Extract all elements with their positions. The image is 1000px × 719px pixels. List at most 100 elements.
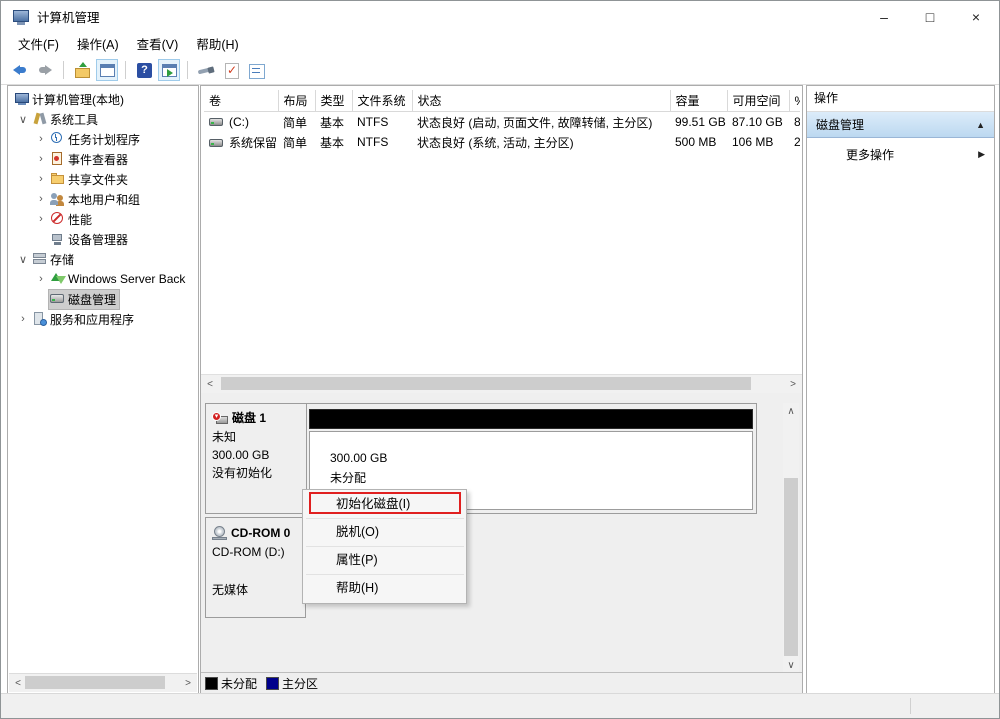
scrollbar-thumb[interactable]: [221, 377, 751, 390]
scrollbar-thumb[interactable]: [784, 478, 798, 656]
close-button[interactable]: ×: [953, 1, 999, 32]
chevron-right-icon[interactable]: ›: [33, 153, 49, 165]
volume-capacity: 99.51 GB: [670, 112, 727, 133]
tree-item-label: 计算机管理(本地): [30, 91, 124, 108]
tree-item-label: Windows Server Back: [66, 272, 185, 286]
column-capacity[interactable]: 容量: [670, 90, 727, 112]
tree-item-windows-server-backup[interactable]: › Windows Server Back: [9, 269, 197, 289]
maximize-button[interactable]: □: [907, 1, 953, 32]
column-volume[interactable]: 卷: [204, 90, 278, 112]
disk-graphical-view: 磁盘 1 未知 300.00 GB 没有初始化 300.00 GB 未分配 CD…: [201, 393, 802, 672]
check-document-icon[interactable]: [220, 59, 242, 81]
collapse-icon[interactable]: ▲: [976, 120, 985, 130]
expand-right-icon[interactable]: ▶: [978, 149, 985, 160]
toolbar-separator: [125, 61, 126, 79]
actions-panel-title: 操作: [807, 86, 994, 112]
menu-item-offline[interactable]: 脱机(O): [303, 519, 466, 546]
disk1-header-cell[interactable]: 磁盘 1 未知 300.00 GB 没有初始化: [206, 404, 307, 513]
cdrom-header-cell[interactable]: CD-ROM 0 CD-ROM (D:) 无媒体: [205, 517, 306, 618]
volume-name: (C:): [229, 115, 249, 129]
middle-horizontal-scrollbar[interactable]: < >: [201, 374, 802, 394]
computer-management-window: 计算机管理 – □ × 文件(F) 操作(A) 查看(V) 帮助(H) 计算机管…: [0, 0, 1000, 719]
storage-icon: [32, 252, 48, 266]
scroll-down-icon[interactable]: ∨: [783, 657, 799, 673]
windows-server-backup-icon: [50, 272, 66, 286]
chevron-down-icon[interactable]: ∨: [15, 113, 31, 126]
disk1-type: 未知: [212, 428, 300, 446]
volume-percent: 8: [789, 112, 800, 133]
status-bar: [1, 693, 999, 718]
tree-item-disk-management[interactable]: 磁盘管理: [9, 289, 197, 309]
chevron-right-icon[interactable]: ›: [33, 173, 49, 185]
disk-management-main-panel: 卷 布局 类型 文件系统 状态 容量 可用空间 % (C:) 简单 基本: [200, 85, 803, 694]
disk-context-menu: 初始化磁盘(I) 脱机(O) 属性(P) 帮助(H): [302, 489, 467, 604]
more-actions-label: 更多操作: [846, 146, 978, 163]
help-icon[interactable]: [133, 59, 155, 81]
legend-label: 主分区: [282, 675, 318, 692]
volume-capacity: 500 MB: [670, 132, 727, 152]
table-row-volume-c[interactable]: (C:) 简单 基本 NTFS 状态良好 (启动, 页面文件, 故障转储, 主分…: [204, 112, 800, 133]
volume-table: 卷 布局 类型 文件系统 状态 容量 可用空间 % (C:) 简单 基本: [204, 90, 800, 152]
task-list-icon[interactable]: [245, 59, 267, 81]
toolbar-separator: [187, 61, 188, 79]
table-row-volume-system-reserved[interactable]: 系统保留 简单 基本 NTFS 状态良好 (系统, 活动, 主分区) 500 M…: [204, 132, 800, 152]
menu-item-initialize-disk[interactable]: 初始化磁盘(I): [303, 491, 466, 518]
tree-item-shared-folders[interactable]: › 共享文件夹: [9, 169, 197, 189]
menu-item-help[interactable]: 帮助(H): [303, 575, 466, 602]
column-percent[interactable]: %: [789, 90, 800, 112]
tree-item-services-applications[interactable]: › 服务和应用程序: [9, 309, 197, 329]
column-layout[interactable]: 布局: [278, 90, 315, 112]
column-filesystem[interactable]: 文件系统: [352, 90, 412, 112]
disk1-row[interactable]: 磁盘 1 未知 300.00 GB 没有初始化 300.00 GB 未分配: [205, 403, 757, 514]
unallocated-color-bar: [309, 409, 753, 429]
tree-item-storage[interactable]: ∨ 存储: [9, 249, 197, 269]
scroll-up-icon[interactable]: ∧: [783, 403, 799, 419]
tree-item-device-manager[interactable]: 设备管理器: [9, 229, 197, 249]
graphical-vertical-scrollbar[interactable]: ∧ ∨: [783, 403, 799, 673]
primary-partition-swatch: [267, 678, 278, 689]
scroll-right-icon[interactable]: >: [180, 675, 196, 691]
chevron-right-icon[interactable]: ›: [15, 313, 31, 325]
column-free-space[interactable]: 可用空间: [727, 90, 789, 112]
console-tree: 计算机管理(本地) ∨ 系统工具 › 任务计划程序 › 事件查看器 › 共享文件…: [9, 89, 197, 671]
scrollbar-thumb[interactable]: [25, 676, 165, 689]
tree-item-system-tools[interactable]: ∨ 系统工具: [9, 109, 197, 129]
menu-help[interactable]: 帮助(H): [187, 34, 247, 53]
volume-icon: [209, 138, 225, 149]
scroll-left-icon[interactable]: <: [202, 376, 218, 392]
chevron-down-icon[interactable]: ∨: [15, 253, 31, 266]
chevron-right-icon[interactable]: ›: [33, 133, 49, 145]
tree-item-label: 共享文件夹: [66, 171, 128, 188]
show-console-tree-icon[interactable]: [71, 59, 93, 81]
cdrom-drive: CD-ROM (D:): [212, 543, 299, 561]
tree-item-label: 本地用户和组: [66, 191, 140, 208]
minimize-button[interactable]: –: [861, 1, 907, 32]
menu-action[interactable]: 操作(A): [68, 34, 128, 53]
actions-section-disk-management[interactable]: 磁盘管理 ▲: [807, 112, 994, 138]
column-type[interactable]: 类型: [315, 90, 352, 112]
menu-view[interactable]: 查看(V): [128, 34, 188, 53]
scroll-right-icon[interactable]: >: [785, 376, 801, 392]
chevron-right-icon[interactable]: ›: [33, 193, 49, 205]
tree-item-performance[interactable]: › 性能: [9, 209, 197, 229]
chevron-right-icon[interactable]: ›: [33, 213, 49, 225]
tree-item-event-viewer[interactable]: › 事件查看器: [9, 149, 197, 169]
more-actions-item[interactable]: 更多操作 ▶: [807, 138, 994, 170]
chevron-right-icon[interactable]: ›: [33, 273, 49, 285]
volume-layout: 简单: [278, 112, 315, 133]
tree-horizontal-scrollbar[interactable]: < >: [9, 673, 197, 692]
console-window-play-icon[interactable]: [158, 59, 180, 81]
back-icon[interactable]: [9, 59, 31, 81]
tree-item-task-scheduler[interactable]: › 任务计划程序: [9, 129, 197, 149]
tree-item-computer-management[interactable]: 计算机管理(本地): [9, 89, 197, 109]
scroll-left-icon[interactable]: <: [10, 675, 26, 691]
menu-item-properties[interactable]: 属性(P): [303, 547, 466, 574]
status-bar-divider: [910, 698, 911, 714]
column-status[interactable]: 状态: [412, 90, 670, 112]
volume-icon: [209, 117, 225, 128]
console-window-icon[interactable]: [96, 59, 118, 81]
configure-icon[interactable]: [195, 59, 217, 81]
tree-item-local-users-groups[interactable]: › 本地用户和组: [9, 189, 197, 209]
forward-icon[interactable]: [34, 59, 56, 81]
menu-file[interactable]: 文件(F): [9, 34, 68, 53]
